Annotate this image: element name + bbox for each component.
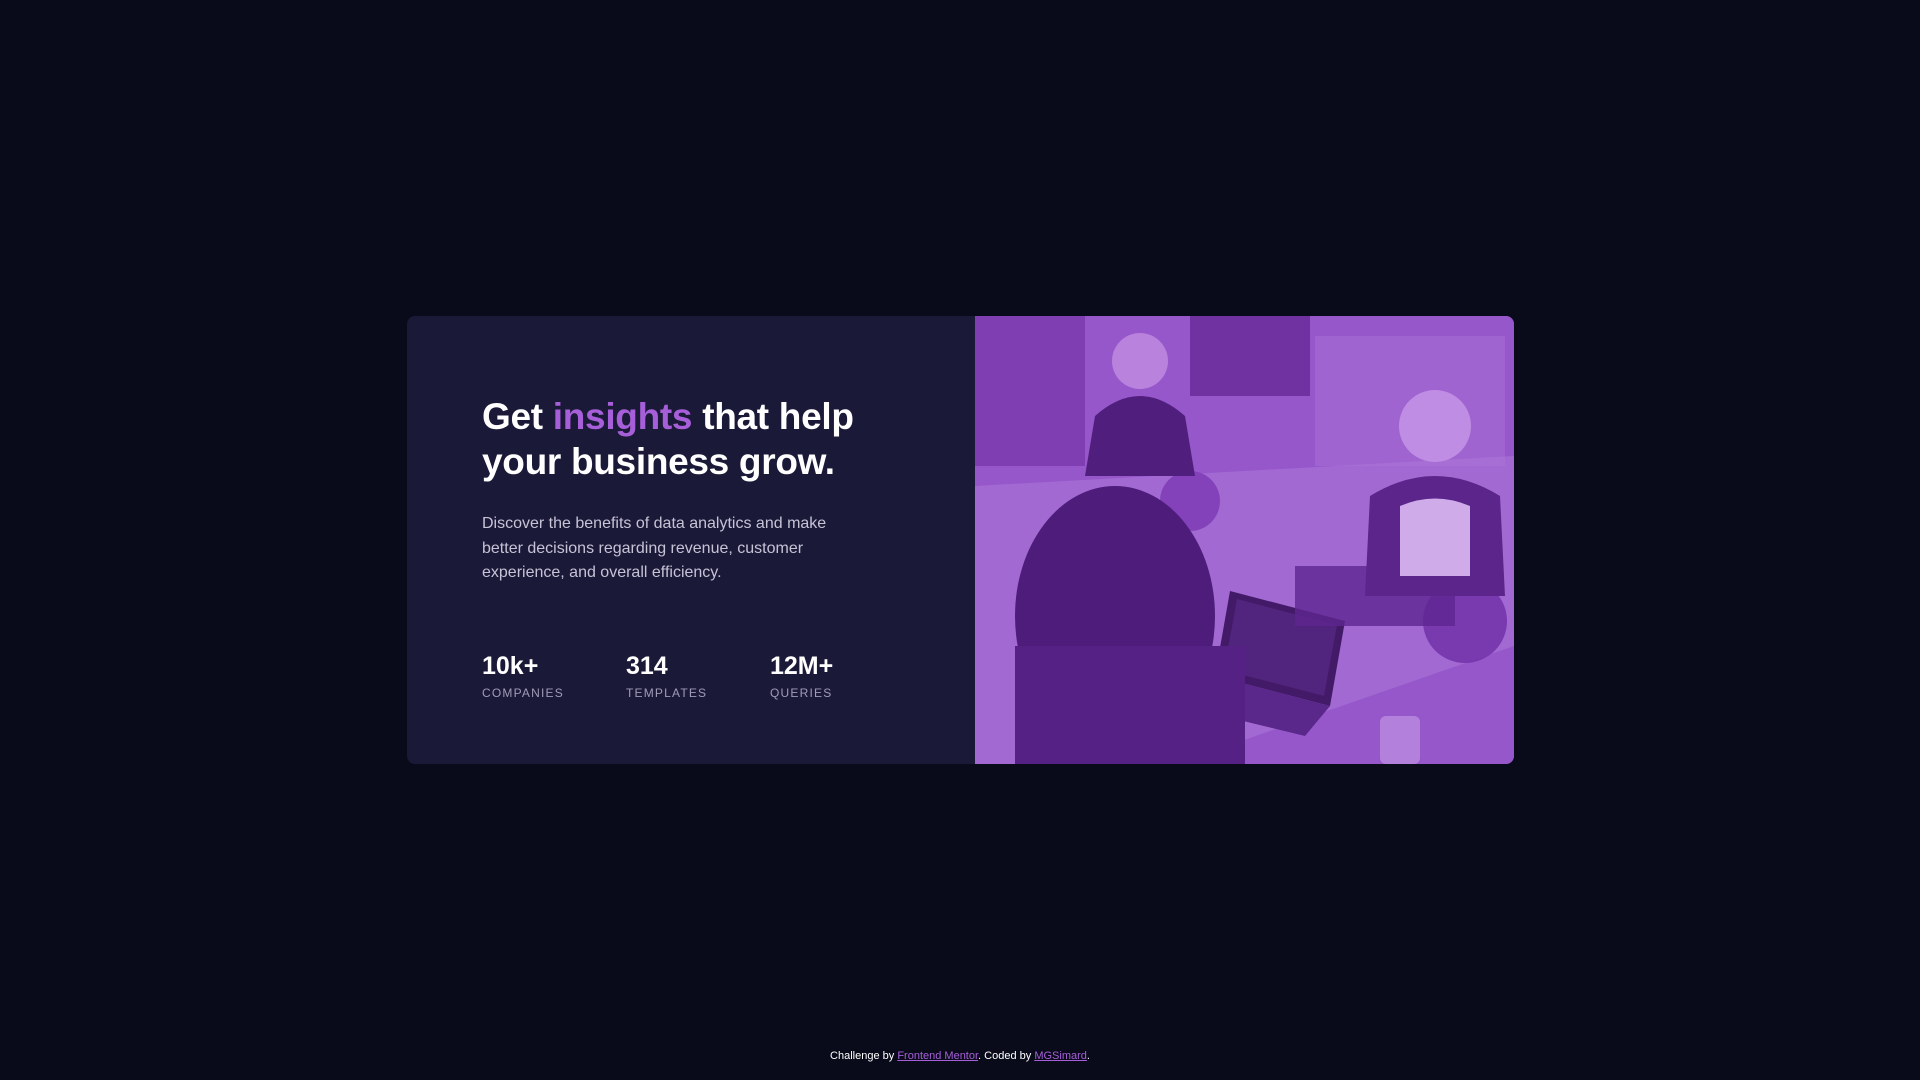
frontend-mentor-link[interactable]: Frontend Mentor [897, 1050, 978, 1062]
header-image [975, 316, 1514, 764]
stat-value: 314 [626, 652, 668, 680]
stat-label: TEMPLATES [626, 686, 708, 700]
attribution-prefix: Challenge by [830, 1050, 898, 1062]
office-meeting-illustration [975, 316, 1514, 764]
stat-label: QUERIES [770, 686, 833, 700]
title-prefix: Get [482, 396, 553, 437]
stats-preview-card: Get insights that help your business gro… [407, 316, 1514, 764]
stats-row: 10k+ COMPANIES 314 TEMPLATES 12M+ QUERIE… [482, 652, 914, 700]
stat-value: 10k+ [482, 652, 539, 680]
description-text: Discover the benefits of data analytics … [482, 515, 827, 581]
stat-companies: 10k+ COMPANIES [482, 652, 626, 700]
stat-label: COMPANIES [482, 686, 564, 700]
attribution-middle: . Coded by [978, 1050, 1035, 1062]
card-text-panel: Get insights that help your business gro… [407, 316, 975, 764]
attribution-suffix: . [1086, 1050, 1090, 1062]
attribution-footer: Challenge by Frontend Mentor. Coded by M… [0, 1050, 1920, 1062]
title-accent: insights [552, 396, 693, 437]
stat-value: 12M+ [770, 652, 834, 680]
stat-templates: 314 TEMPLATES [626, 652, 770, 700]
page-title: Get insights that help your business gro… [482, 394, 882, 484]
author-link[interactable]: MGSimard [1034, 1050, 1087, 1062]
stat-queries: 12M+ QUERIES [770, 652, 914, 700]
